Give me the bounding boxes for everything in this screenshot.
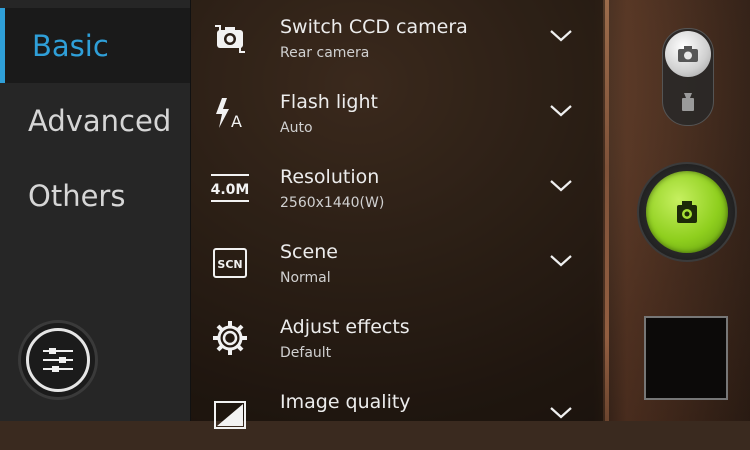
setting-title: Image quality xyxy=(280,391,411,413)
shutter-button[interactable] xyxy=(637,162,737,262)
resolution-icon: 4.0M xyxy=(209,169,251,207)
setting-switch-ccd-camera[interactable]: Switch CCD camera Rear camera xyxy=(191,0,605,75)
camera-icon[interactable] xyxy=(665,31,711,77)
setting-flash-light[interactable]: A Flash light Auto xyxy=(191,75,605,150)
camera-icon xyxy=(677,201,697,223)
category-others[interactable]: Others xyxy=(0,158,190,233)
photo-video-mode-switch[interactable] xyxy=(662,28,714,126)
svg-text:A: A xyxy=(231,112,242,130)
image-quality-icon xyxy=(209,394,251,432)
category-label: Basic xyxy=(32,28,109,63)
chevron-down-icon[interactable] xyxy=(549,26,573,46)
setting-title: Switch CCD camera xyxy=(280,16,468,38)
chevron-down-icon[interactable] xyxy=(549,176,573,196)
setting-image-quality[interactable]: Image quality xyxy=(191,375,605,450)
gear-icon xyxy=(209,319,251,357)
setting-title: Flash light xyxy=(280,91,378,113)
setting-title: Resolution xyxy=(280,166,380,188)
setting-scene[interactable]: SCN Scene Normal xyxy=(191,225,605,300)
category-label: Others xyxy=(28,178,126,213)
category-advanced[interactable]: Advanced xyxy=(0,83,190,158)
setting-resolution[interactable]: 4.0M Resolution 2560x1440(W) xyxy=(191,150,605,225)
scene-icon-text: SCN xyxy=(217,258,242,271)
last-photo-thumbnail[interactable] xyxy=(644,316,728,400)
settings-category-sidebar: Basic Advanced Others xyxy=(0,0,191,421)
video-camera-icon[interactable] xyxy=(678,91,698,113)
setting-value: Auto xyxy=(280,120,313,136)
scene-icon: SCN xyxy=(209,244,251,282)
chevron-down-icon[interactable] xyxy=(549,403,573,423)
chevron-down-icon[interactable] xyxy=(549,101,573,121)
setting-value: Default xyxy=(280,345,332,361)
chevron-down-icon[interactable] xyxy=(549,251,573,271)
setting-adjust-effects[interactable]: Adjust effects Default xyxy=(191,300,605,375)
category-basic[interactable]: Basic xyxy=(0,8,190,83)
sliders-icon xyxy=(43,348,73,372)
setting-value: Normal xyxy=(280,270,331,286)
setting-title: Scene xyxy=(280,241,338,263)
resolution-icon-text: 4.0M xyxy=(211,182,250,198)
switch-camera-icon xyxy=(209,19,251,57)
settings-list: Switch CCD camera Rear camera A Flash li… xyxy=(191,0,605,429)
flash-auto-icon: A xyxy=(209,94,251,132)
setting-title: Adjust effects xyxy=(280,316,410,338)
setting-value: Rear camera xyxy=(280,45,370,61)
category-label: Advanced xyxy=(28,103,172,138)
setting-value: 2560x1440(W) xyxy=(280,195,385,211)
settings-toggle-button[interactable] xyxy=(18,320,98,400)
